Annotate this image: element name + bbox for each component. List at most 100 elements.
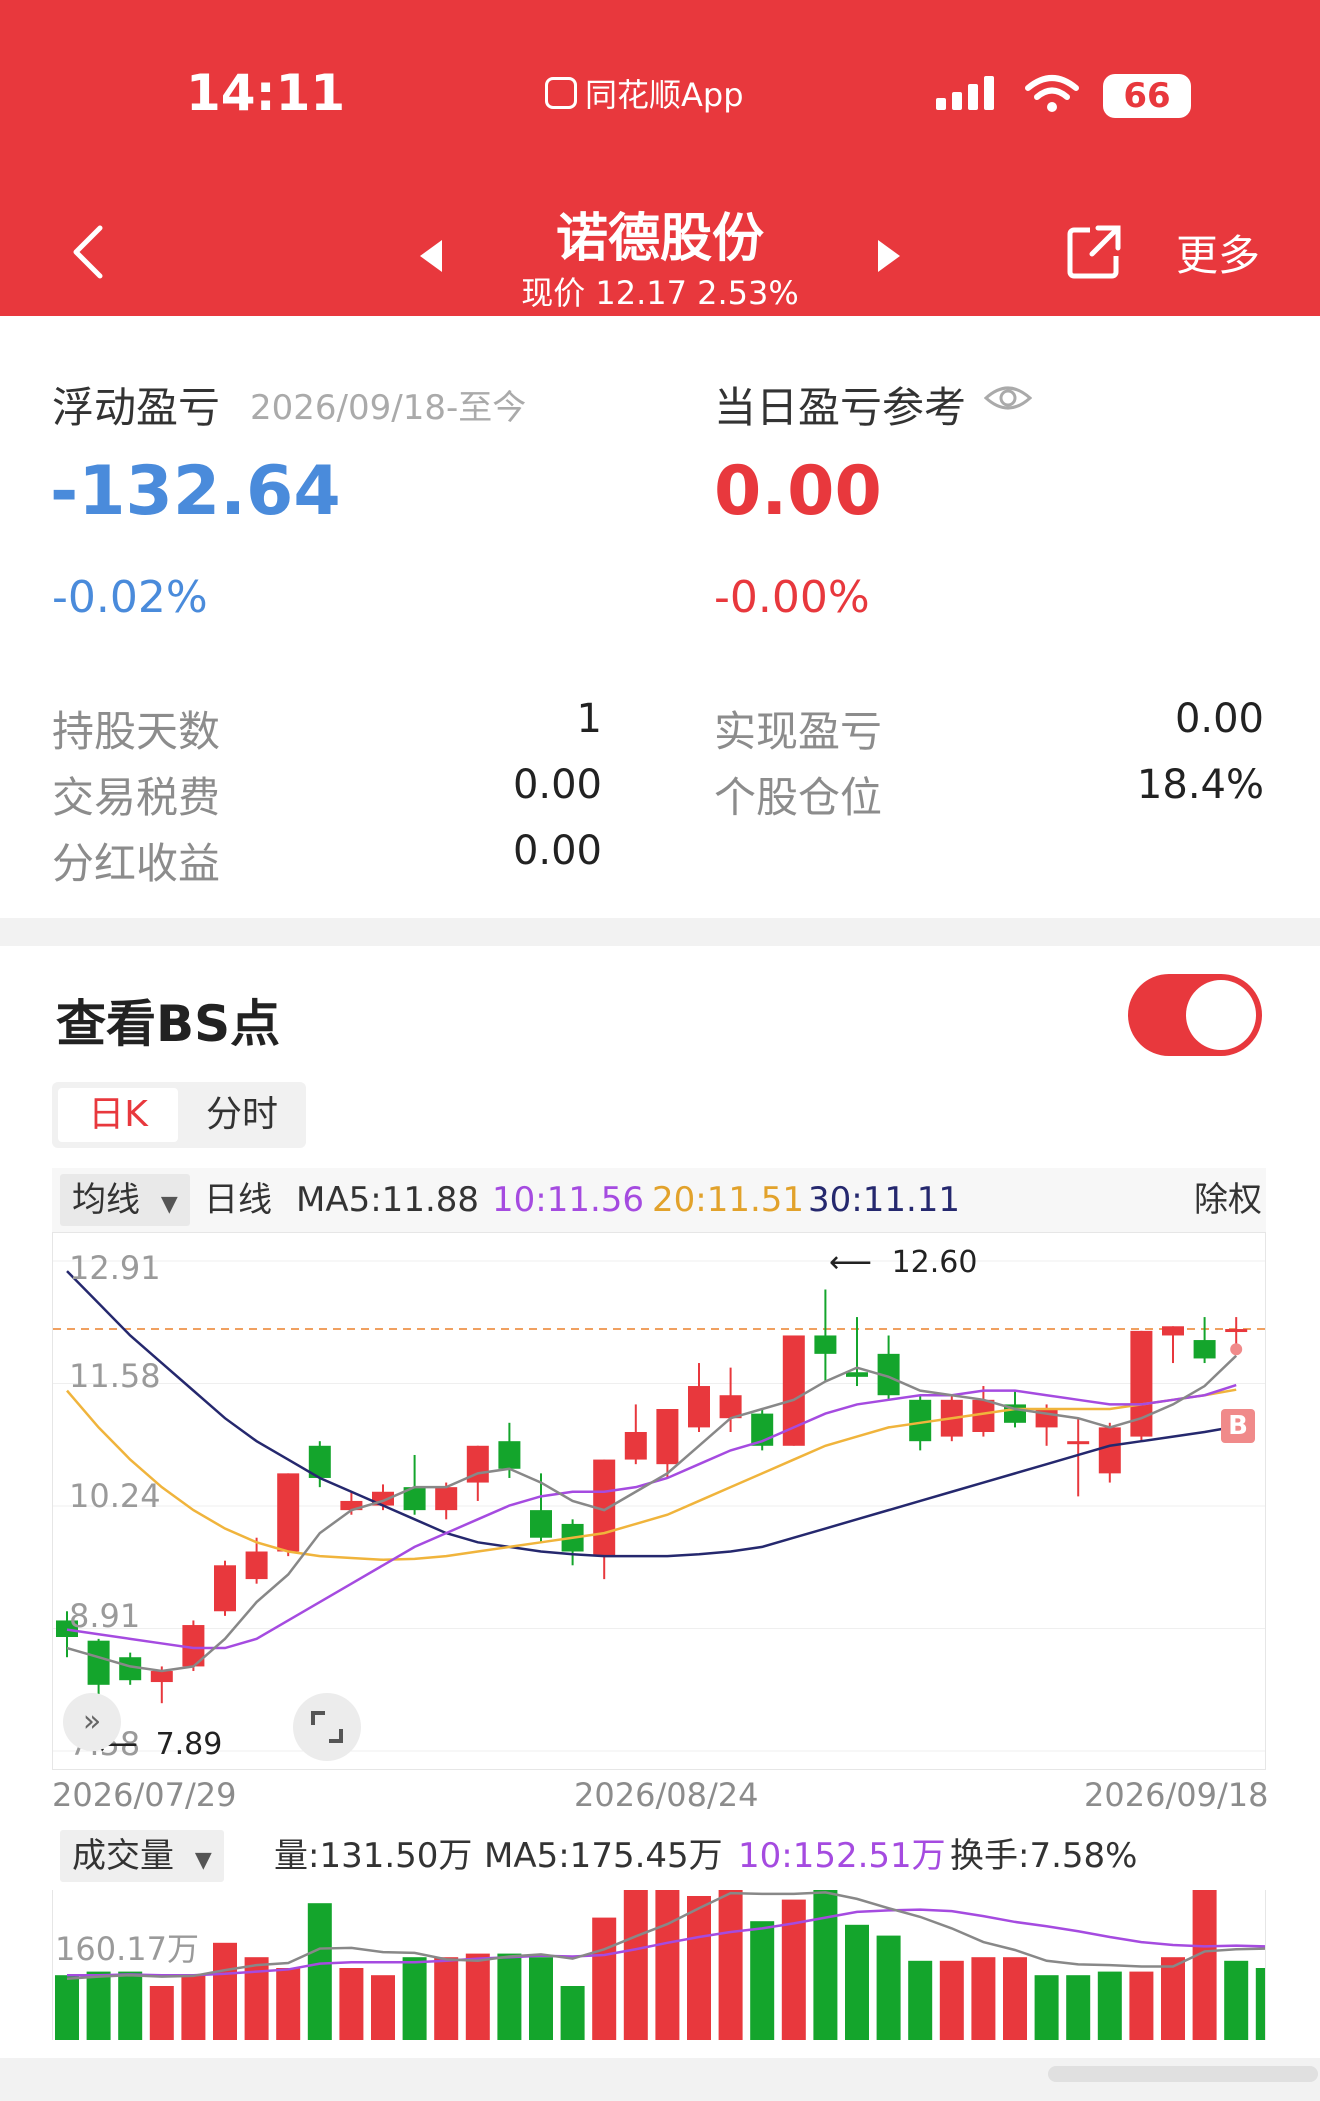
app-source-label[interactable]: 同花顺App (545, 70, 744, 116)
ma30-value: 30:11.11 (808, 1180, 961, 1220)
volume-bar (623, 1874, 648, 2040)
volume-bar (1129, 1971, 1154, 2040)
ma-dropdown-label: 均线 (72, 1180, 140, 1220)
turnover-value: 换手:7.58% (950, 1836, 1138, 1876)
candle (1193, 1317, 1216, 1364)
candle-body (87, 1640, 110, 1685)
chart-tabs: 日K 分时 (52, 1082, 306, 1148)
volume-y-label: 160.17万 (55, 1930, 199, 1968)
stat-label-tax: 交易税费 (52, 773, 221, 822)
volume-dropdown-label: 成交量 (72, 1836, 174, 1876)
float-pnl-label: 浮动盈亏 (52, 383, 221, 432)
volume-bar (55, 1975, 79, 2040)
float-pnl-value: -132.64 (50, 452, 341, 531)
tab-day-k[interactable]: 日K (58, 1088, 178, 1142)
candle-body (656, 1409, 679, 1465)
y-label-3: 8.91 (69, 1597, 141, 1635)
volume-bar (1255, 1968, 1280, 2040)
bs-title: 查看BS点 (56, 995, 281, 1053)
volume-bar (876, 1935, 901, 2040)
volume-bar (908, 1960, 933, 2040)
volume-value: 量:131.50万 (274, 1836, 473, 1876)
candle-body (277, 1473, 300, 1552)
volume-bar (1003, 1957, 1027, 2040)
float-pnl-percent: -0.02% (52, 572, 208, 623)
candle-body (624, 1431, 647, 1460)
volume-bar (434, 1957, 459, 2040)
tab-intraday[interactable]: 分时 (184, 1088, 300, 1142)
low-value: 7.89 (155, 1727, 223, 1762)
volume-bar (339, 1968, 364, 2040)
candle (1162, 1326, 1184, 1364)
volume-bar (307, 1903, 332, 2040)
candle-body (782, 1335, 805, 1446)
volume-bar (1066, 1975, 1091, 2040)
x-label-start: 2026/07/29 (52, 1776, 237, 1814)
volume-bar (1192, 1881, 1217, 2040)
candle (688, 1363, 710, 1432)
stat-value-hold-days: 1 (576, 696, 602, 742)
candle-body (530, 1510, 552, 1538)
candle-body (435, 1487, 458, 1511)
volume-dropdown[interactable]: 成交量 ▼ (60, 1830, 224, 1882)
stat-value-position: 18.4% (1136, 762, 1264, 808)
volume-bar (244, 1957, 269, 2040)
candle (1035, 1404, 1058, 1446)
candle-body (846, 1372, 868, 1377)
high-value: 12.60 (891, 1245, 978, 1280)
stat-label-hold-days: 持股天数 (52, 707, 221, 756)
app-header: 14:11 同花顺App 66 诺德股份 现价 12.17 2.53% 更多 (0, 0, 1320, 316)
chevron-down-icon: ▼ (194, 1848, 212, 1873)
status-time: 14:11 (186, 64, 346, 122)
kline-chart[interactable]: 12.91 11.58 10.24 8.91 7.58 ⟵ 12.60 ⟵ 7.… (52, 1232, 1266, 1770)
volume-bar (592, 1917, 617, 2040)
volume-bar (560, 1986, 585, 2040)
candle-body (1225, 1329, 1248, 1333)
volume-bar (655, 1888, 680, 2040)
more-button[interactable]: 更多 (1176, 222, 1260, 283)
ma-dropdown[interactable]: 均线 ▼ (60, 1174, 190, 1226)
section-divider (0, 918, 1320, 946)
buy-marker-label: B (1228, 1411, 1248, 1441)
day-pnl-value: 0.00 (714, 452, 882, 531)
adjust-toggle[interactable]: 除权 (1194, 1168, 1262, 1232)
candle (624, 1404, 647, 1465)
candle-body (498, 1441, 521, 1469)
ma-header-row: 均线 ▼ 日线 MA5:11.88 10:11.56 20:11.51 30:1… (52, 1168, 1266, 1232)
volume-bar (213, 1942, 237, 2040)
chevron-down-icon: ▼ (160, 1192, 178, 1217)
scroll-left-button[interactable]: » (63, 1693, 121, 1751)
float-pnl-range: 2026/09/18-至今 (250, 388, 527, 428)
y-label-1: 11.58 (69, 1357, 161, 1395)
y-label-0: 12.91 (69, 1249, 161, 1287)
share-button[interactable] (1064, 222, 1124, 282)
volume-ma5: MA5:175.45万 (484, 1836, 723, 1876)
volume-bar (371, 1975, 395, 2040)
next-stock-button[interactable] (874, 238, 904, 274)
battery-level: 66 (1123, 76, 1171, 116)
candle (846, 1317, 868, 1387)
buy-marker[interactable]: B (1221, 1409, 1255, 1443)
volume-bar (939, 1960, 964, 2040)
buy-point-dot (1230, 1343, 1243, 1356)
bs-toggle[interactable] (1128, 974, 1262, 1056)
candle (1098, 1422, 1121, 1483)
candle (719, 1367, 742, 1432)
stat-value-tax: 0.00 (512, 762, 602, 808)
app-logo-icon (545, 77, 577, 109)
ma10-value: 10:11.56 (492, 1180, 645, 1220)
volume-bar (971, 1957, 996, 2040)
candle-body (150, 1671, 173, 1683)
fullscreen-button[interactable] (293, 1693, 361, 1761)
high-annotation: ⟵ 12.60 (829, 1245, 977, 1280)
day-pnl-label: 当日盈亏参考 (714, 383, 967, 432)
volume-bar (845, 1924, 869, 2040)
candle (561, 1519, 584, 1566)
volume-chart[interactable]: 160.17万 (52, 1863, 1280, 2040)
eye-icon[interactable] (983, 380, 1033, 416)
ma5-value: MA5:11.88 (296, 1180, 480, 1220)
ma5-line (66, 1354, 1238, 1673)
ma30-line (66, 1270, 1237, 1558)
app-label: 同花顺App (585, 76, 744, 114)
home-indicator (1048, 2066, 1318, 2082)
